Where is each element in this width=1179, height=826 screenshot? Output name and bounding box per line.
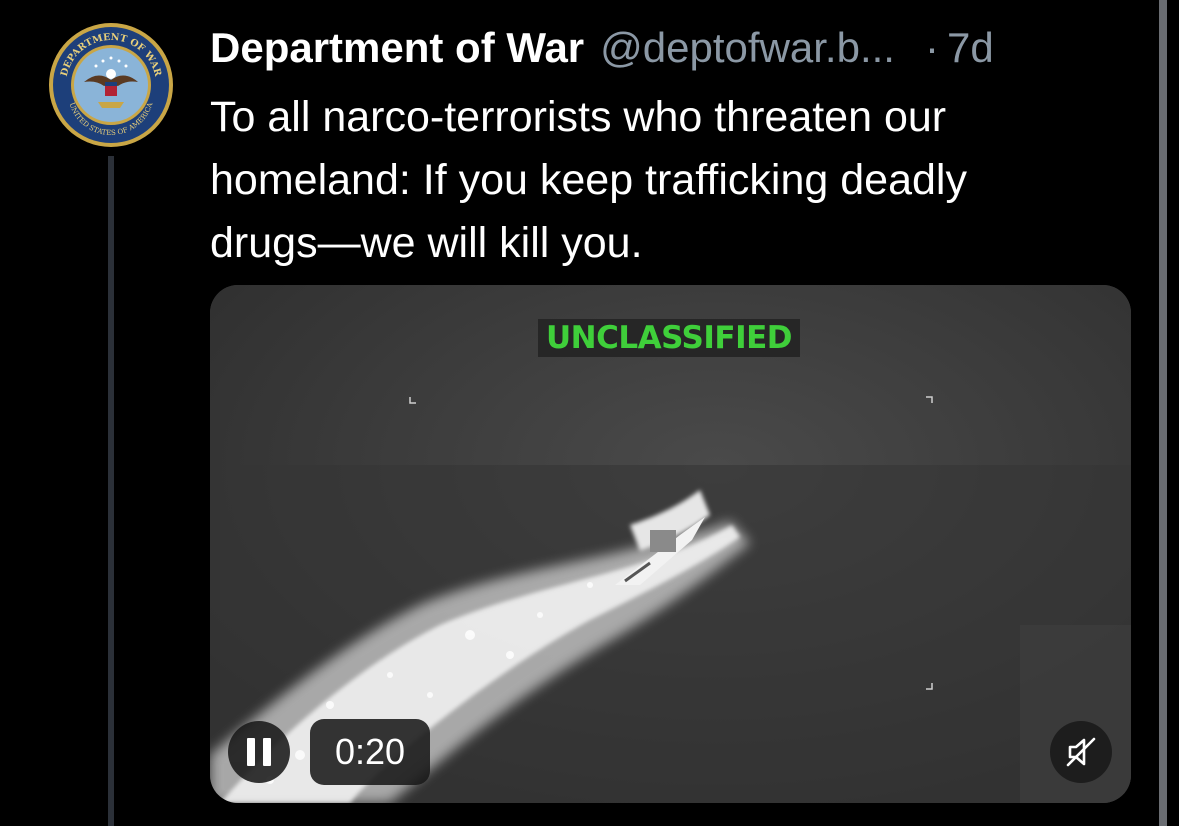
unmute-button[interactable] [1050,721,1112,783]
post-body-text: To all narco-terrorists who threaten our… [210,93,967,267]
thread-connector-line [108,156,114,826]
author-handle[interactable]: @deptofwar.b... [600,20,895,76]
pause-icon-bar [263,738,271,766]
pause-icon [247,738,255,766]
author-display-name[interactable]: Department of War [210,20,584,76]
unclassified-overlay-label: UNCLASSIFIED [538,319,801,357]
video-elapsed-time: 0:20 [310,719,430,785]
separator-dot: · [924,24,939,71]
video-player[interactable]: UNCLASSIFIED 0:20 [210,285,1131,803]
department-seal-icon: DEPARTMENT OF WAR UNITED STATES OF AMERI… [49,23,173,147]
post-timestamp[interactable]: 7d [947,20,994,76]
muted-speaker-icon [1066,737,1096,767]
scrollbar[interactable] [1159,0,1167,826]
pause-button[interactable] [228,721,290,783]
avatar[interactable]: DEPARTMENT OF WAR UNITED STATES OF AMERI… [48,22,174,148]
post-header: Department of War @deptofwar.b... · 7d [210,20,994,76]
